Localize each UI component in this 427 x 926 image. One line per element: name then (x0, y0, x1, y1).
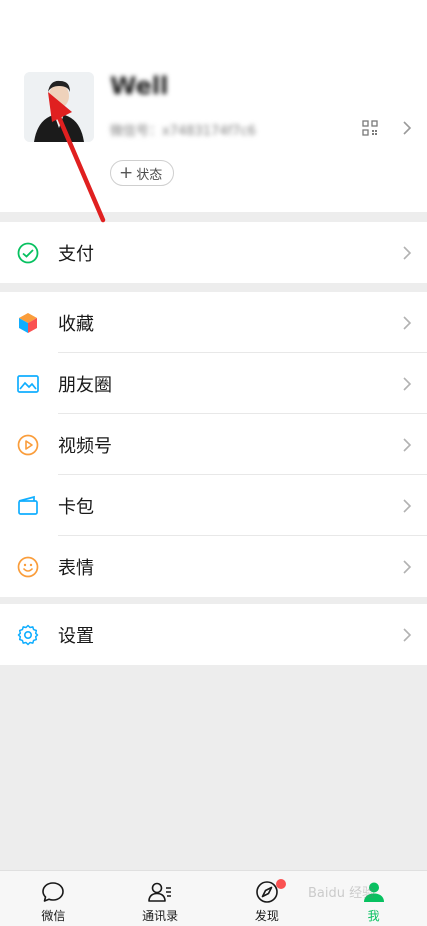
nickname: Well (110, 72, 169, 100)
tab-label-contacts: 通讯录 (142, 909, 179, 923)
tab-label-chats: 微信 (41, 909, 66, 923)
wechat-id: 微信号：x7483174f7c6 (110, 124, 256, 139)
status-label: 状态 (136, 167, 163, 183)
pay-icon (17, 242, 39, 263)
chevron-right-icon (403, 498, 412, 513)
chevron-right-icon (403, 559, 412, 574)
services-group: 收藏 朋友圈 视频号 卡包 表情 (0, 292, 427, 597)
watermark: Baidu 经验 (308, 886, 376, 901)
chevron-right-icon[interactable] (401, 120, 413, 136)
gear-icon (17, 624, 39, 645)
tab-label-discover: 发现 (254, 909, 279, 923)
tab-chats[interactable]: 微信 (0, 871, 107, 926)
chevron-right-icon (403, 627, 412, 642)
image-icon (17, 374, 39, 393)
menu-label-moments: 朋友圈 (58, 374, 112, 396)
menu-label-cards: 卡包 (58, 496, 94, 518)
profile-header[interactable]: Well 微信号：x7483174f7c6 + 状态 (0, 0, 427, 212)
wallet-icon (18, 495, 38, 515)
tab-discover[interactable]: 发现 (214, 871, 321, 926)
menu-item-settings[interactable]: 设置 (0, 604, 427, 665)
chevron-right-icon (403, 376, 412, 391)
qr-code-icon[interactable] (362, 120, 378, 136)
menu-item-cards[interactable]: 卡包 (0, 475, 427, 536)
menu-item-pay[interactable]: 支付 (0, 222, 427, 283)
me-screen: Well 微信号：x7483174f7c6 + 状态 支付 收藏 朋友圈 视频号… (0, 0, 427, 926)
menu-item-channels[interactable]: 视频号 (0, 414, 427, 475)
menu-label-channels: 视频号 (58, 435, 112, 457)
notification-dot (276, 879, 287, 889)
menu-item-moments[interactable]: 朋友圈 (0, 353, 427, 414)
menu-item-stickers[interactable]: 表情 (0, 536, 427, 597)
tab-label-me: 我 (367, 909, 380, 923)
chevron-right-icon (403, 245, 412, 260)
menu-item-favorites[interactable]: 收藏 (0, 292, 427, 353)
plus-icon: + (119, 162, 134, 183)
cube-icon (19, 312, 37, 333)
smiley-icon (17, 556, 39, 577)
avatar-image (24, 72, 94, 142)
contacts-icon (148, 882, 172, 902)
avatar[interactable] (24, 72, 94, 142)
add-status-button[interactable]: + 状态 (110, 160, 175, 186)
chevron-right-icon (403, 315, 412, 330)
pay-group: 支付 (0, 222, 427, 283)
menu-label-stickers: 表情 (58, 557, 94, 579)
settings-group: 设置 (0, 604, 427, 665)
menu-label-favorites: 收藏 (58, 313, 94, 335)
play-circle-icon (17, 434, 39, 455)
chevron-right-icon (403, 437, 412, 452)
chat-bubble-icon (42, 882, 65, 902)
menu-label-pay: 支付 (58, 243, 94, 265)
menu-label-settings: 设置 (58, 625, 94, 647)
tab-contacts[interactable]: 通讯录 (107, 871, 214, 926)
